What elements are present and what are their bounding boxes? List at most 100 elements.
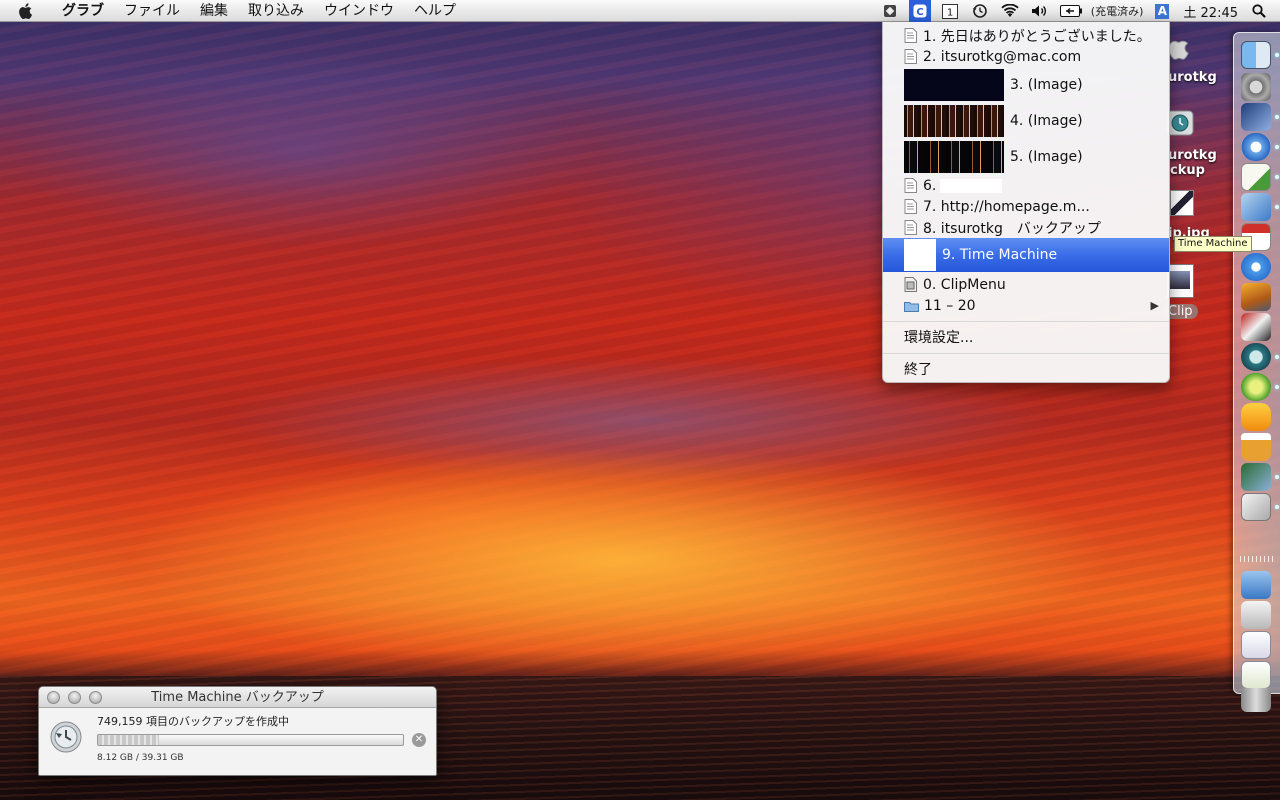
input-method-icon[interactable]: A xyxy=(1151,0,1173,22)
dock-applications-folder-icon[interactable] xyxy=(1241,571,1271,599)
document-icon xyxy=(904,49,917,64)
dock-running-dot xyxy=(1275,355,1279,359)
document-icon xyxy=(904,178,917,193)
menu-separator xyxy=(883,321,1169,322)
clip-item[interactable]: 0. ClipMenu xyxy=(883,274,1169,295)
window-titlebar[interactable]: Time Machine バックアップ xyxy=(39,687,436,708)
clip-item-label: 8. itsurotkg バックアップ xyxy=(923,220,1101,237)
clip-image-thumbnail xyxy=(904,69,1004,101)
preferences-label: 環境設定... xyxy=(904,330,974,346)
cancel-backup-button[interactable]: ✕ xyxy=(412,733,426,747)
window-body: 749,159 項目のバックアップを作成中 ✕ 8.12 GB / 39.31 … xyxy=(39,708,436,775)
document-icon xyxy=(904,220,917,235)
clip-item-selected[interactable]: 9. Time Machine xyxy=(883,238,1169,272)
clip-submenu-label: 11 – 20 xyxy=(924,297,976,314)
dock-screen-app-icon[interactable] xyxy=(1241,463,1271,491)
svg-text:C: C xyxy=(916,7,923,18)
clip-item-label: 4. (Image) xyxy=(1010,113,1083,129)
svg-text:1: 1 xyxy=(947,7,953,18)
clip-item[interactable]: 8. itsurotkg バックアップ xyxy=(883,217,1169,238)
dock-iphoto-icon[interactable] xyxy=(1241,283,1271,311)
dock-running-dot xyxy=(1275,385,1279,389)
clip-item-label: 0. ClipMenu xyxy=(923,276,1006,293)
dashboard-menu-icon[interactable] xyxy=(879,0,901,22)
time-machine-icon xyxy=(50,721,82,753)
quit-menu-item[interactable]: 終了 xyxy=(883,358,1169,380)
dock-download-stack-icon[interactable] xyxy=(1241,661,1271,689)
clip-item[interactable]: 5. (Image) xyxy=(883,139,1169,175)
dock-divider xyxy=(1240,556,1274,562)
menu-app-grab[interactable]: グラブ xyxy=(52,0,114,22)
folder-icon xyxy=(904,301,919,312)
menu-file[interactable]: ファイル xyxy=(114,0,190,22)
clipmenu-status-icon[interactable]: C xyxy=(908,0,931,22)
window-title: Time Machine バックアップ xyxy=(151,690,324,705)
clip-item[interactable]: 4. (Image) xyxy=(883,103,1169,139)
clip-image-thumbnail xyxy=(904,239,936,271)
dock-system-preferences-icon[interactable] xyxy=(1241,73,1271,101)
dock-document-stack-icon[interactable] xyxy=(1241,631,1271,659)
desktop-icon-hd[interactable] xyxy=(1166,30,1196,66)
clip-thumbnail-icon xyxy=(1170,271,1190,289)
backup-status-text: 749,159 項目のバックアップを作成中 xyxy=(97,715,289,728)
desktop-icon-label-2b: ckup xyxy=(1170,163,1205,178)
dock-running-dot xyxy=(1275,205,1279,209)
dock-photobooth-icon[interactable] xyxy=(1241,313,1271,341)
spotlight-search-icon[interactable] xyxy=(1248,0,1270,22)
dock-textedit-icon[interactable] xyxy=(1241,163,1271,191)
dock-grab-icon[interactable] xyxy=(1241,493,1271,521)
desktop-icon-clip[interactable] xyxy=(1166,264,1194,298)
desktop-icon-backup[interactable] xyxy=(1166,108,1194,138)
desktop-icon-image-file[interactable] xyxy=(1170,190,1194,216)
clipmenu-app-icon xyxy=(904,277,917,292)
menu-help[interactable]: ヘルプ xyxy=(404,0,466,22)
document-icon xyxy=(904,199,917,214)
dock-activity-monitor-icon[interactable] xyxy=(1241,373,1271,401)
clip-submenu-11-20[interactable]: 11 – 20 ▶ xyxy=(883,295,1169,316)
dock-home-folder-icon[interactable] xyxy=(1241,601,1271,629)
dock-time-machine-icon[interactable] xyxy=(1241,343,1271,371)
dock xyxy=(1233,32,1280,712)
dock-mail-icon[interactable] xyxy=(1241,193,1271,221)
clipmenu-dropdown: 1. 先日はありがとうございました。 2. itsurotkg@mac.com … xyxy=(882,22,1170,383)
volume-icon[interactable] xyxy=(1029,0,1051,22)
clip-item-label: 1. 先日はありがとうございました。 xyxy=(923,28,1151,45)
clip-item-label: 5. (Image) xyxy=(1010,149,1083,165)
clip-item[interactable]: 1. 先日はありがとうございました。 xyxy=(883,25,1169,46)
menu-edit[interactable]: 編集 xyxy=(190,0,238,22)
dock-infinity-icon[interactable] xyxy=(1241,403,1271,431)
battery-icon[interactable] xyxy=(1059,0,1083,22)
clip-item[interactable]: 2. itsurotkg@mac.com xyxy=(883,46,1169,67)
menu-separator xyxy=(883,353,1169,354)
battery-status-text[interactable]: (充電済み) xyxy=(1087,3,1148,19)
dock-running-dot xyxy=(1275,115,1279,119)
preferences-menu-item[interactable]: 環境設定... xyxy=(883,326,1169,348)
dock-running-dot xyxy=(1275,505,1279,509)
dock-trash-icon[interactable] xyxy=(1241,688,1271,712)
menu-window[interactable]: ウインドウ xyxy=(314,0,404,22)
dock-running-dot xyxy=(1275,145,1279,149)
dock-beer-icon[interactable] xyxy=(1241,433,1271,461)
clip-item[interactable]: 7. http://homepage.m... xyxy=(883,196,1169,217)
quit-label: 終了 xyxy=(904,362,932,378)
dock-itunes-icon[interactable] xyxy=(1241,253,1271,281)
clip-item[interactable]: 6. xyxy=(883,175,1169,196)
dock-xcode-icon[interactable] xyxy=(1241,103,1271,131)
input-method-label: A xyxy=(1155,3,1170,19)
wifi-icon[interactable] xyxy=(999,0,1021,22)
dock-running-dot xyxy=(1275,475,1279,479)
clip-item[interactable]: 3. (Image) xyxy=(883,67,1169,103)
menu-clock[interactable]: 土 22:45 xyxy=(1177,2,1244,21)
menu-capture[interactable]: 取り込み xyxy=(238,0,314,22)
backup-size-text: 8.12 GB / 39.31 GB xyxy=(97,753,184,763)
submenu-arrow-icon: ▶ xyxy=(1150,299,1159,312)
clip-item-label: 9. Time Machine xyxy=(942,247,1058,263)
menu-bar: グラブ ファイル 編集 取り込み ウインドウ ヘルプ C 1 (充電済み) A … xyxy=(0,0,1280,22)
dock-safari-icon[interactable] xyxy=(1241,133,1271,161)
spaces-menu-icon[interactable]: 1 xyxy=(939,0,961,22)
desktop-icon-label-1: urotkg xyxy=(1168,70,1217,85)
dock-finder-icon[interactable] xyxy=(1241,41,1271,69)
dock-running-dot xyxy=(1275,53,1279,57)
apple-menu-icon[interactable] xyxy=(16,1,36,21)
time-machine-menu-icon[interactable] xyxy=(969,0,991,22)
